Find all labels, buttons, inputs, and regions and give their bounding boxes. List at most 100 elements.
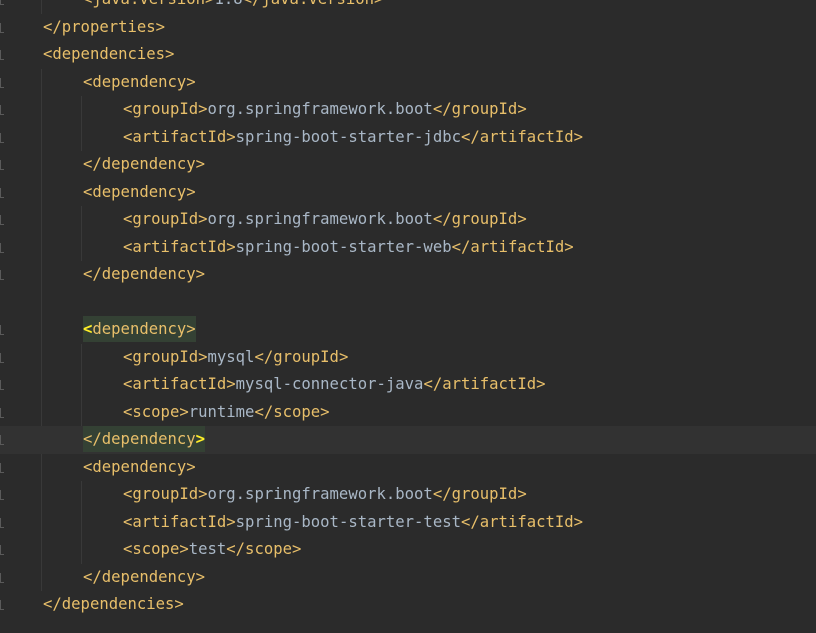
xml-close-tag: </scope> [254,402,330,421]
fold-marker-icon[interactable] [0,545,4,555]
fold-marker-icon[interactable] [0,270,4,280]
tag-bracket: < [83,430,93,448]
code-line[interactable]: <groupId>org.springframework.boot</group… [0,481,816,509]
fold-marker-icon[interactable] [0,352,4,363]
xml-text-value: 1.8 [214,0,242,8]
code-text: <groupId>org.springframework.boot</group… [123,96,527,124]
fold-marker-icon[interactable] [0,325,4,335]
fold-marker-icon[interactable] [0,462,4,473]
xml-open-tag: <groupId> [123,210,208,228]
xml-open-tag: <artifactId> [123,512,236,531]
code-line[interactable]: <artifactId>spring-boot-starter-web</art… [0,234,816,262]
code-text: <groupId>org.springframework.boot</group… [123,481,527,509]
xml-text-value: org.springframework.boot [207,100,433,118]
fold-marker-icon[interactable] [0,132,4,143]
xml-close-tag: </artifactId> [461,127,584,146]
code-text: <artifactId>spring-boot-starter-test</ar… [123,509,583,537]
fold-marker-icon[interactable] [0,160,4,170]
xml-open-tag: </dependency> [83,265,206,283]
code-text: <scope>test</scope> [123,536,301,564]
fold-marker-icon[interactable] [0,187,4,198]
code-line[interactable]: </dependency> [0,261,816,289]
fold-marker-icon[interactable] [0,517,4,528]
code-line[interactable]: <dependency> [0,454,816,482]
xml-text-value: org.springframework.boot [207,210,433,228]
xml-text-value: spring-boot-starter-web [235,237,452,256]
code-text: <dependency> [83,69,196,97]
xml-open-tag: <artifactId> [123,127,236,146]
tag-name: dependency [92,320,187,338]
code-line[interactable]: </dependency> [0,426,816,454]
xml-open-tag: <dependency> [83,72,196,91]
code-line[interactable]: <artifactId>spring-boot-starter-jdbc</ar… [0,124,816,152]
xml-text-value: mysql [207,347,255,366]
fold-marker-icon[interactable] [0,105,4,115]
xml-open-tag: <java.version> [83,0,214,8]
tag-name: /dependency [92,430,196,448]
code-text: </dependencies> [43,591,184,619]
xml-open-tag: <dependency> [83,182,196,201]
fold-marker-icon[interactable] [0,242,4,253]
xml-open-tag: </properties> [43,17,166,36]
xml-text-value: test [188,540,227,558]
code-text: </properties> [43,14,165,42]
code-line[interactable]: <groupId>mysql</groupId> [0,344,816,372]
xml-text-value: spring-boot-starter-test [235,512,461,531]
code-line[interactable]: <artifactId>mysql-connector-java</artifa… [0,371,816,399]
xml-open-tag: <groupId> [123,100,208,118]
code-line[interactable]: <dependencies> [0,41,816,69]
xml-close-tag: </artifactId> [423,375,546,393]
code-text: <artifactId>mysql-connector-java</artifa… [123,371,546,399]
fold-marker-icon[interactable] [0,407,4,418]
fold-marker-icon[interactable] [0,490,4,500]
fold-marker-icon[interactable] [0,77,4,88]
xml-open-tag: <groupId> [123,485,208,503]
xml-close-tag: </java.version> [243,0,384,8]
xml-open-tag: </dependency> [83,155,206,173]
code-line[interactable]: <groupId>org.springframework.boot</group… [0,206,816,234]
fold-marker-icon[interactable] [0,22,4,33]
xml-close-tag: </artifactId> [461,512,584,531]
fold-marker-icon[interactable] [0,600,4,610]
xml-text-value: spring-boot-starter-jdbc [235,127,461,146]
fold-marker-icon[interactable] [0,215,4,225]
code-text: <dependency> [83,316,196,344]
tag-bracket: > [195,430,206,448]
code-text: <scope>runtime</scope> [123,399,330,427]
xml-open-tag: <artifactId> [123,237,236,256]
fold-marker-icon[interactable] [0,0,4,5]
code-line[interactable]: <scope>runtime</scope> [0,399,816,427]
code-line[interactable]: </dependency> [0,564,816,592]
xml-open-tag: <scope> [123,540,189,558]
code-text: <dependency> [83,454,196,482]
fold-marker-icon[interactable] [0,380,4,390]
code-line[interactable]: </dependencies> [0,591,816,619]
fold-marker-icon[interactable] [0,572,4,583]
code-text: </dependency> [83,564,205,592]
fold-marker-icon[interactable] [0,435,4,445]
code-line[interactable]: <java.version>1.8</java.version> [0,0,816,14]
code-line[interactable]: </properties> [0,14,816,42]
code-text: </dependency> [83,261,205,289]
code-text: <java.version>1.8</java.version> [83,0,383,14]
code-line[interactable]: <groupId>org.springframework.boot</group… [0,96,816,124]
xml-open-tag: <scope> [123,402,189,421]
xml-text-value: org.springframework.boot [207,485,433,503]
xml-text-value: mysql-connector-java [235,375,424,393]
xml-close-tag: </groupId> [432,210,527,228]
xml-close-tag: </artifactId> [451,237,574,256]
code-line[interactable] [0,289,816,317]
code-line[interactable]: <dependency> [0,179,816,207]
code-editor[interactable]: <java.version>1.8</java.version> </proper… [0,0,816,633]
code-line[interactable]: </dependency> [0,151,816,179]
code-line[interactable]: <scope>test</scope> [0,536,816,564]
code-line[interactable]: <artifactId>spring-boot-starter-test</ar… [0,509,816,537]
fold-marker-icon[interactable] [0,50,4,60]
code-text: <artifactId>spring-boot-starter-web</art… [123,234,574,262]
code-text: </dependency> [83,426,206,454]
code-line[interactable]: <dependency> [0,316,816,344]
code-line[interactable]: <dependency> [0,69,816,97]
matched-tag-highlight: </dependency> [83,426,206,452]
xml-text-value: runtime [188,402,255,421]
code-text: <dependency> [83,179,196,207]
